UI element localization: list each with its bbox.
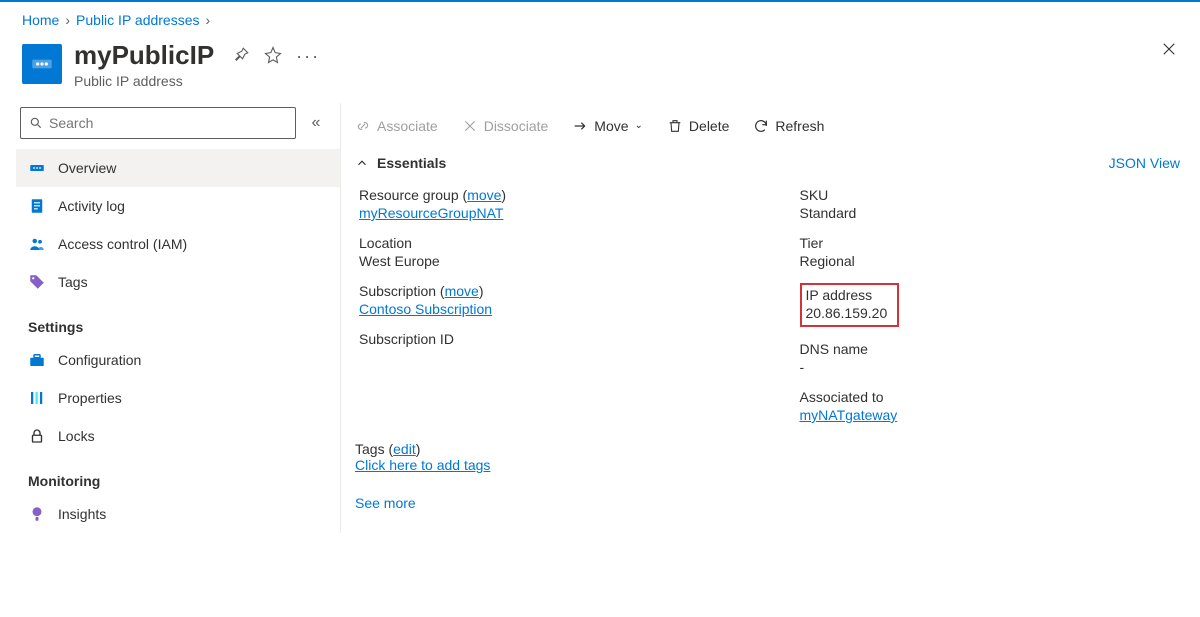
sidebar-item-insights[interactable]: Insights (16, 495, 340, 533)
activity-log-icon (28, 197, 46, 215)
tag-icon (28, 273, 46, 291)
sku-label: SKU (800, 187, 1181, 203)
people-icon (28, 235, 46, 253)
subscription-link[interactable]: Contoso Subscription (359, 301, 492, 317)
insights-icon (28, 505, 46, 523)
sidebar-section-settings: Settings (16, 301, 340, 341)
resource-type-label: Public IP address (74, 73, 214, 89)
breadcrumb-parent[interactable]: Public IP addresses (76, 12, 199, 28)
public-ip-icon (22, 44, 62, 84)
delete-label: Delete (689, 118, 729, 134)
chevron-right-icon: › (65, 12, 70, 28)
sidebar: « Overview Activity log Access control (… (0, 103, 340, 533)
resource-header: myPublicIP Public IP address ··· (0, 34, 1200, 103)
subscription-id-label: Subscription ID (359, 331, 740, 347)
sidebar-item-label: Insights (58, 506, 106, 522)
associate-button[interactable]: Associate (355, 118, 438, 134)
dissociate-label: Dissociate (484, 118, 549, 134)
sidebar-item-label: Tags (58, 274, 88, 290)
sidebar-item-activity-log[interactable]: Activity log (16, 187, 340, 225)
tags-label: Tags (355, 441, 385, 457)
command-bar: Associate Dissociate Move ⌄ Delete Refre… (355, 103, 1180, 149)
content-pane: Associate Dissociate Move ⌄ Delete Refre… (340, 103, 1200, 533)
associated-to-label: Associated to (800, 389, 1181, 405)
sidebar-item-properties[interactable]: Properties (16, 379, 340, 417)
dns-name-value: - (800, 359, 1181, 375)
essentials-grid: Resource group (move) myResourceGroupNAT… (355, 183, 1180, 423)
tier-value: Regional (800, 253, 1181, 269)
dissociate-button[interactable]: Dissociate (462, 118, 549, 134)
delete-button[interactable]: Delete (667, 118, 729, 134)
sidebar-item-iam[interactable]: Access control (IAM) (16, 225, 340, 263)
lock-icon (28, 427, 46, 445)
collapse-sidebar-button[interactable]: « (304, 114, 328, 132)
tags-row: Tags (edit) Click here to add tags (355, 441, 1180, 473)
dns-name-label: DNS name (800, 341, 1181, 357)
sidebar-item-label: Overview (58, 160, 116, 176)
sidebar-item-label: Activity log (58, 198, 125, 214)
json-view-link[interactable]: JSON View (1109, 155, 1180, 171)
subscription-label: Subscription (move) (359, 283, 740, 299)
associate-label: Associate (377, 118, 438, 134)
page-title: myPublicIP (74, 40, 214, 71)
see-more-link[interactable]: See more (355, 495, 1180, 511)
location-label: Location (359, 235, 740, 251)
subscription-move-link[interactable]: move (445, 283, 479, 299)
close-button[interactable] (1160, 40, 1178, 61)
resource-group-link[interactable]: myResourceGroupNAT (359, 205, 503, 221)
tier-label: Tier (800, 235, 1181, 251)
add-tags-link[interactable]: Click here to add tags (355, 457, 490, 473)
essentials-title: Essentials (377, 155, 446, 171)
resource-group-label: Resource group (move) (359, 187, 740, 203)
sidebar-item-label: Locks (58, 428, 95, 444)
breadcrumb-home[interactable]: Home (22, 12, 59, 28)
sidebar-item-overview[interactable]: Overview (16, 149, 340, 187)
star-icon[interactable] (264, 46, 282, 64)
overview-icon (28, 159, 46, 177)
sidebar-item-locks[interactable]: Locks (16, 417, 340, 455)
chevron-down-icon: ⌄ (635, 120, 643, 131)
sidebar-item-label: Access control (IAM) (58, 236, 187, 252)
refresh-label: Refresh (775, 118, 824, 134)
search-icon (29, 116, 43, 130)
sidebar-item-label: Configuration (58, 352, 141, 368)
sidebar-item-label: Properties (58, 390, 122, 406)
move-button[interactable]: Move ⌄ (572, 118, 643, 134)
pin-icon[interactable] (232, 46, 250, 64)
properties-icon (28, 389, 46, 407)
chevron-up-icon (355, 156, 369, 170)
resource-group-move-link[interactable]: move (467, 187, 501, 203)
ip-address-label: IP address (806, 287, 888, 303)
search-input-wrapper[interactable] (20, 107, 296, 139)
essentials-toggle[interactable]: Essentials (355, 155, 446, 171)
ip-address-value: 20.86.159.20 (806, 305, 888, 321)
search-input[interactable] (49, 115, 287, 131)
toolbox-icon (28, 351, 46, 369)
breadcrumb: Home › Public IP addresses › (0, 2, 1200, 34)
sidebar-item-configuration[interactable]: Configuration (16, 341, 340, 379)
tags-edit-link[interactable]: edit (393, 441, 416, 457)
move-label: Move (594, 118, 628, 134)
refresh-button[interactable]: Refresh (753, 118, 824, 134)
sidebar-item-tags[interactable]: Tags (16, 263, 340, 301)
more-icon[interactable]: ··· (296, 46, 314, 64)
chevron-right-icon: › (206, 12, 211, 28)
ip-address-highlight: IP address 20.86.159.20 (800, 283, 900, 327)
associated-to-link[interactable]: myNATgateway (800, 407, 898, 423)
sidebar-section-monitoring: Monitoring (16, 455, 340, 495)
location-value: West Europe (359, 253, 740, 269)
sku-value: Standard (800, 205, 1181, 221)
